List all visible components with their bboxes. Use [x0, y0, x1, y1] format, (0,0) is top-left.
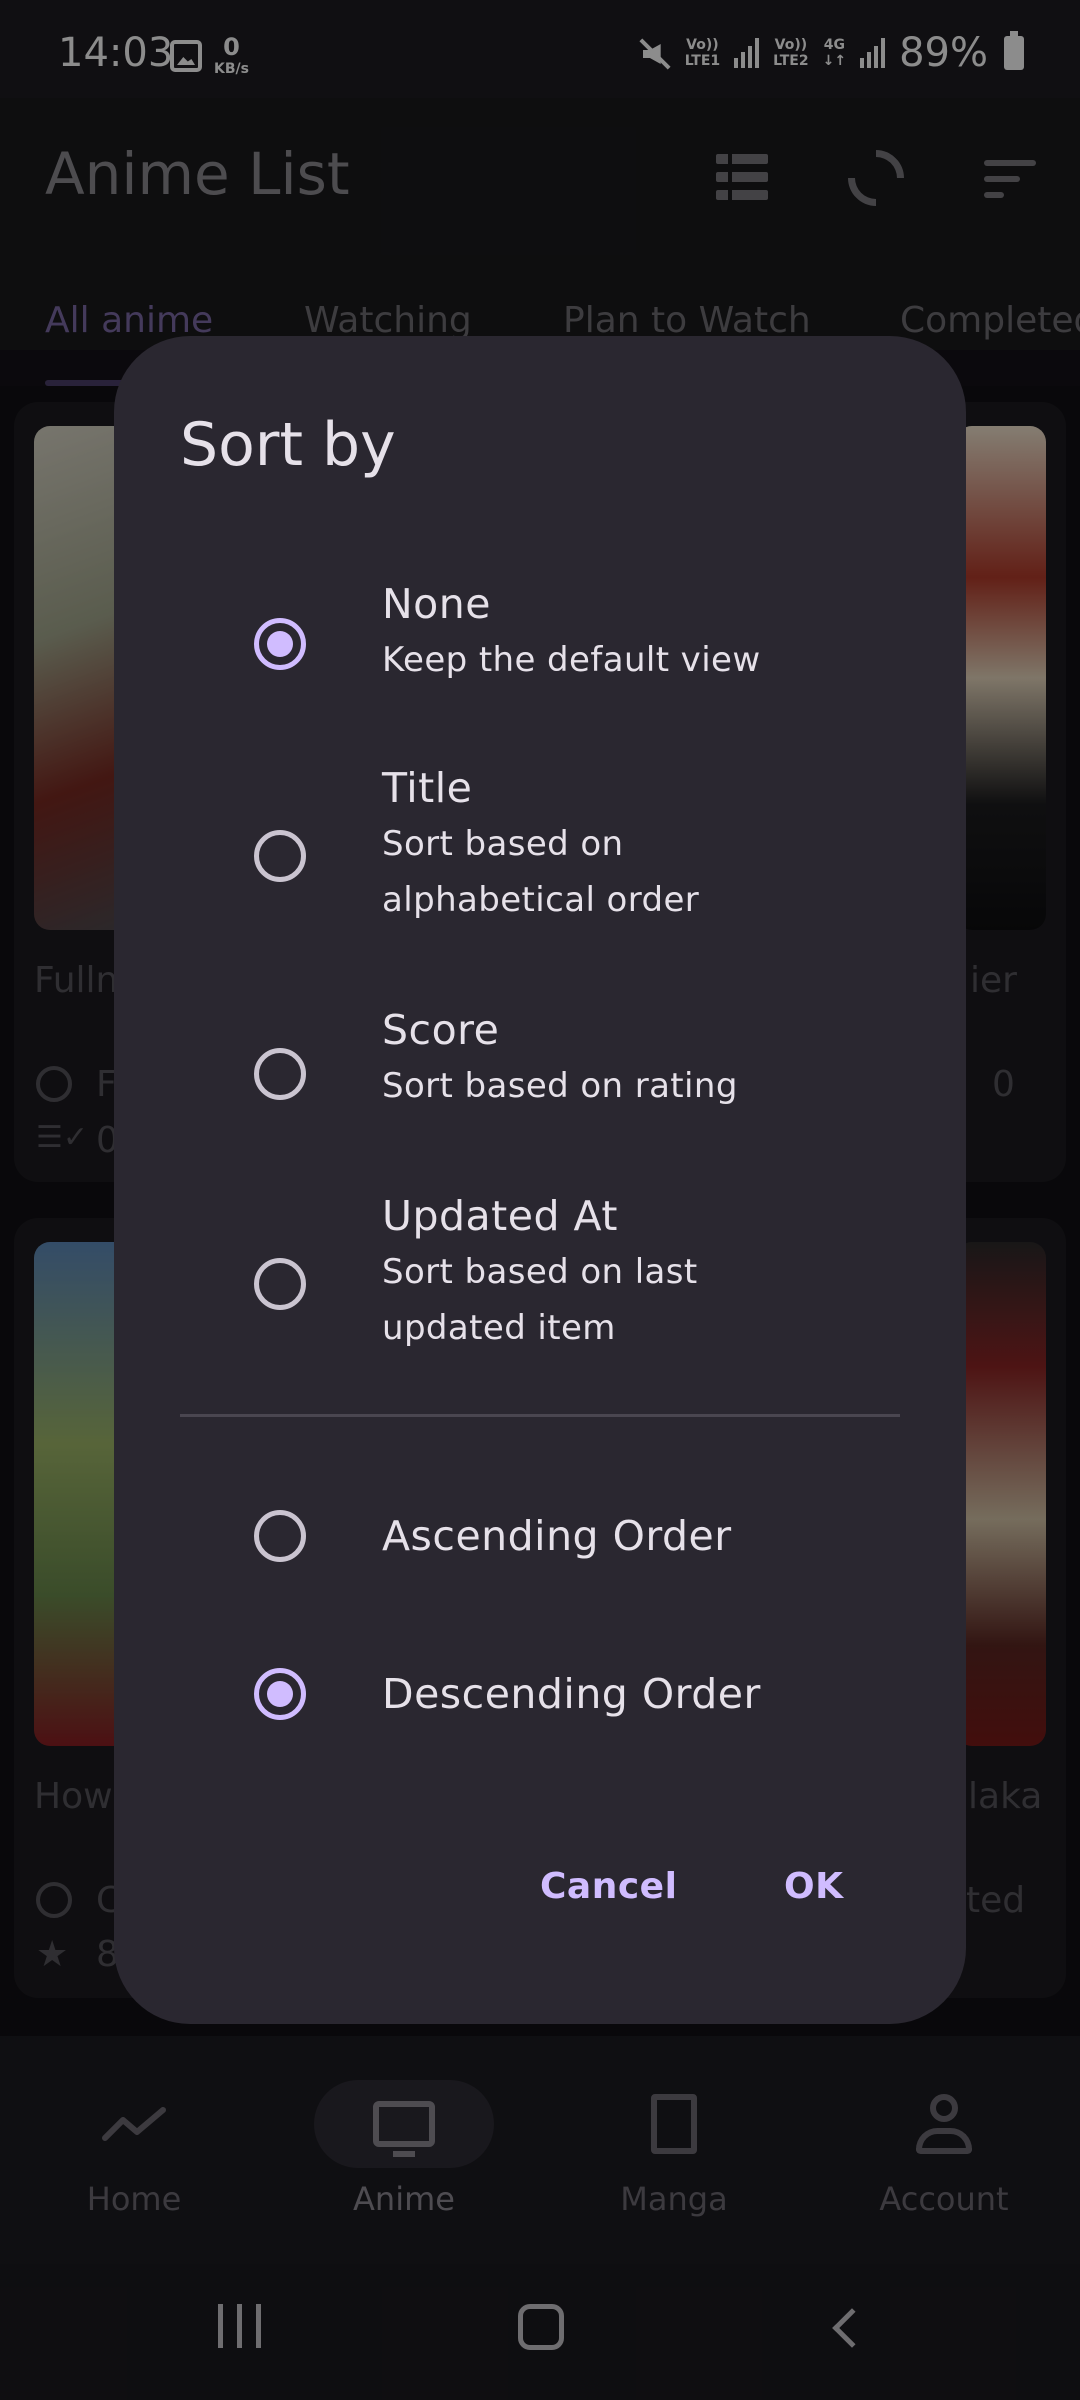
order-option-descending[interactable]: Descending Order	[114, 1644, 966, 1744]
sort-option-title: Updated At	[382, 1192, 618, 1240]
order-option-label: Descending Order	[382, 1670, 761, 1718]
radio-button[interactable]	[254, 1048, 306, 1100]
sort-option-title[interactable]: Title Sort based on alphabetical order	[114, 764, 966, 964]
sort-option-subtitle: Sort based on last updated item	[382, 1252, 698, 1348]
radio-button[interactable]	[254, 1510, 306, 1562]
radio-button-selected[interactable]	[254, 1668, 306, 1720]
sort-option-updated-at[interactable]: Updated At Sort based on last updated it…	[114, 1192, 966, 1392]
sort-option-score[interactable]: Score Sort based on rating	[114, 1006, 966, 1156]
dialog-divider	[180, 1414, 900, 1417]
radio-button[interactable]	[254, 1258, 306, 1310]
order-option-ascending[interactable]: Ascending Order	[114, 1486, 966, 1586]
sort-dialog: Sort by None Keep the default view Title…	[114, 336, 966, 2024]
ok-button[interactable]: OK	[784, 1866, 844, 1907]
sort-option-title: Score	[382, 1006, 500, 1054]
radio-button[interactable]	[254, 830, 306, 882]
order-option-label: Ascending Order	[382, 1512, 732, 1560]
dialog-title: Sort by	[180, 410, 396, 480]
sort-option-subtitle: Sort based on alphabetical order	[382, 824, 700, 920]
sort-option-none[interactable]: None Keep the default view	[114, 576, 966, 736]
cancel-button[interactable]: Cancel	[540, 1866, 677, 1907]
sort-option-title: Title	[382, 764, 473, 812]
radio-button-selected[interactable]	[254, 618, 306, 670]
sort-option-subtitle: Keep the default view	[382, 640, 761, 680]
sort-option-title: None	[382, 580, 491, 628]
sort-option-subtitle: Sort based on rating	[382, 1066, 738, 1106]
